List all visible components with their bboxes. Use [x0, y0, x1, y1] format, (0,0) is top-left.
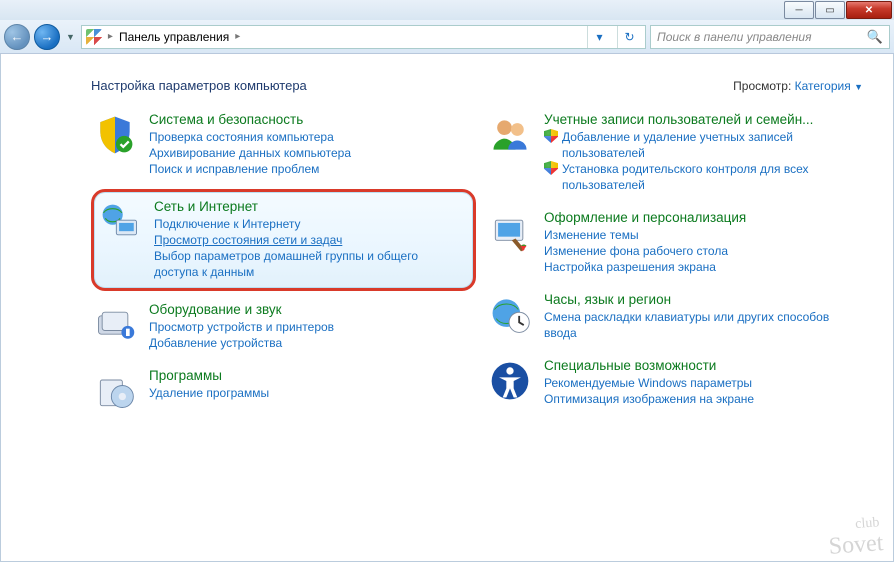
hardware-sound-icon — [91, 301, 139, 349]
category-sublink[interactable]: Выбор параметров домашней группы и общег… — [154, 248, 465, 280]
category-system-security: Система и безопасность Проверка состояни… — [91, 107, 476, 183]
category-sublink[interactable]: Добавление устройства — [149, 335, 470, 351]
category-sublink[interactable]: Смена раскладки клавиатуры или других сп… — [544, 309, 865, 341]
category-column-left: Система и безопасность Проверка состояни… — [91, 107, 476, 421]
system-security-icon — [91, 111, 139, 159]
category-title-link[interactable]: Программы — [149, 368, 222, 383]
category-sublink[interactable]: Добавление и удаление учетных записей по… — [544, 129, 865, 161]
category-sublink-hover[interactable]: Просмотр состояния сети и задач — [154, 232, 465, 248]
category-title-link[interactable]: Специальные возможности — [544, 358, 716, 373]
category-sublink[interactable]: Установка родительского контроля для все… — [544, 161, 865, 193]
category-ease-of-access: Специальные возможности Рекомендуемые Wi… — [486, 353, 871, 413]
category-title-link[interactable]: Сеть и Интернет — [154, 199, 258, 214]
category-network-internet-highlighted: Сеть и Интернет Подключение к Интернету … — [91, 189, 476, 291]
category-programs: Программы Удаление программы — [91, 363, 476, 421]
category-title-link[interactable]: Часы, язык и регион — [544, 292, 671, 307]
category-sublink[interactable]: Архивирование данных компьютера — [149, 145, 470, 161]
category-sublink[interactable]: Удаление программы — [149, 385, 470, 401]
category-sublink[interactable]: Поиск и исправление проблем — [149, 161, 470, 177]
appearance-icon — [486, 209, 534, 257]
uac-shield-icon — [544, 161, 558, 175]
category-title-link[interactable]: Учетные записи пользователей и семейн... — [544, 112, 813, 127]
ease-of-access-icon — [486, 357, 534, 405]
category-clock-language-region: Часы, язык и регион Смена раскладки клав… — [486, 287, 871, 347]
category-title-link[interactable]: Система и безопасность — [149, 112, 303, 127]
category-column-right: Учетные записи пользователей и семейн...… — [486, 107, 871, 421]
control-panel-icon — [86, 29, 102, 45]
search-input[interactable]: Поиск в панели управления 🔍 — [650, 25, 890, 49]
content-header: Настройка параметров компьютера Просмотр… — [91, 78, 871, 93]
category-sublink[interactable]: Изменение фона рабочего стола — [544, 243, 865, 259]
search-icon: 🔍 — [867, 29, 883, 45]
page-title: Настройка параметров компьютера — [91, 78, 307, 93]
minimize-button[interactable]: ─ — [784, 1, 814, 19]
category-sublink[interactable]: Подключение к Интернету — [154, 216, 465, 232]
maximize-button[interactable]: ▭ — [815, 1, 845, 19]
category-sublink[interactable]: Рекомендуемые Windows параметры — [544, 375, 865, 391]
close-button[interactable]: ✕ — [846, 1, 892, 19]
watermark: club Sovet — [827, 513, 884, 557]
chevron-down-icon: ▼ — [854, 82, 863, 92]
nav-history-dropdown[interactable]: ▼ — [64, 32, 77, 42]
nav-forward-button[interactable]: → — [34, 24, 60, 50]
window-titlebar: ─ ▭ ✕ — [0, 0, 894, 20]
category-sublink[interactable]: Проверка состояния компьютера — [149, 129, 470, 145]
navigation-bar: ← → ▼ ▸ Панель управления ▸ ▾ ↻ Поиск в … — [0, 20, 894, 54]
category-sublink[interactable]: Изменение темы — [544, 227, 865, 243]
user-accounts-icon — [486, 111, 534, 159]
clock-region-icon — [486, 291, 534, 339]
network-internet-icon — [96, 198, 144, 246]
search-placeholder: Поиск в панели управления — [657, 30, 812, 44]
address-dropdown-button[interactable]: ▾ — [587, 26, 611, 48]
content-area: Настройка параметров компьютера Просмотр… — [0, 54, 894, 562]
uac-shield-icon — [544, 129, 558, 143]
refresh-button[interactable]: ↻ — [617, 26, 641, 48]
category-appearance: Оформление и персонализация Изменение те… — [486, 205, 871, 281]
chevron-right-icon: ▸ — [108, 31, 113, 42]
breadcrumb[interactable]: Панель управления — [119, 30, 229, 44]
category-title-link[interactable]: Оформление и персонализация — [544, 210, 746, 225]
address-bar[interactable]: ▸ Панель управления ▸ ▾ ↻ — [81, 25, 646, 49]
category-sublink[interactable]: Настройка разрешения экрана — [544, 259, 865, 275]
view-by-control[interactable]: Просмотр: Категория ▼ — [733, 79, 863, 93]
chevron-right-icon: ▸ — [235, 31, 240, 42]
nav-back-button[interactable]: ← — [4, 24, 30, 50]
category-hardware-sound: Оборудование и звук Просмотр устройств и… — [91, 297, 476, 357]
category-sublink[interactable]: Оптимизация изображения на экране — [544, 391, 865, 407]
programs-icon — [91, 367, 139, 415]
category-sublink[interactable]: Просмотр устройств и принтеров — [149, 319, 470, 335]
category-title-link[interactable]: Оборудование и звук — [149, 302, 282, 317]
category-user-accounts: Учетные записи пользователей и семейн...… — [486, 107, 871, 199]
